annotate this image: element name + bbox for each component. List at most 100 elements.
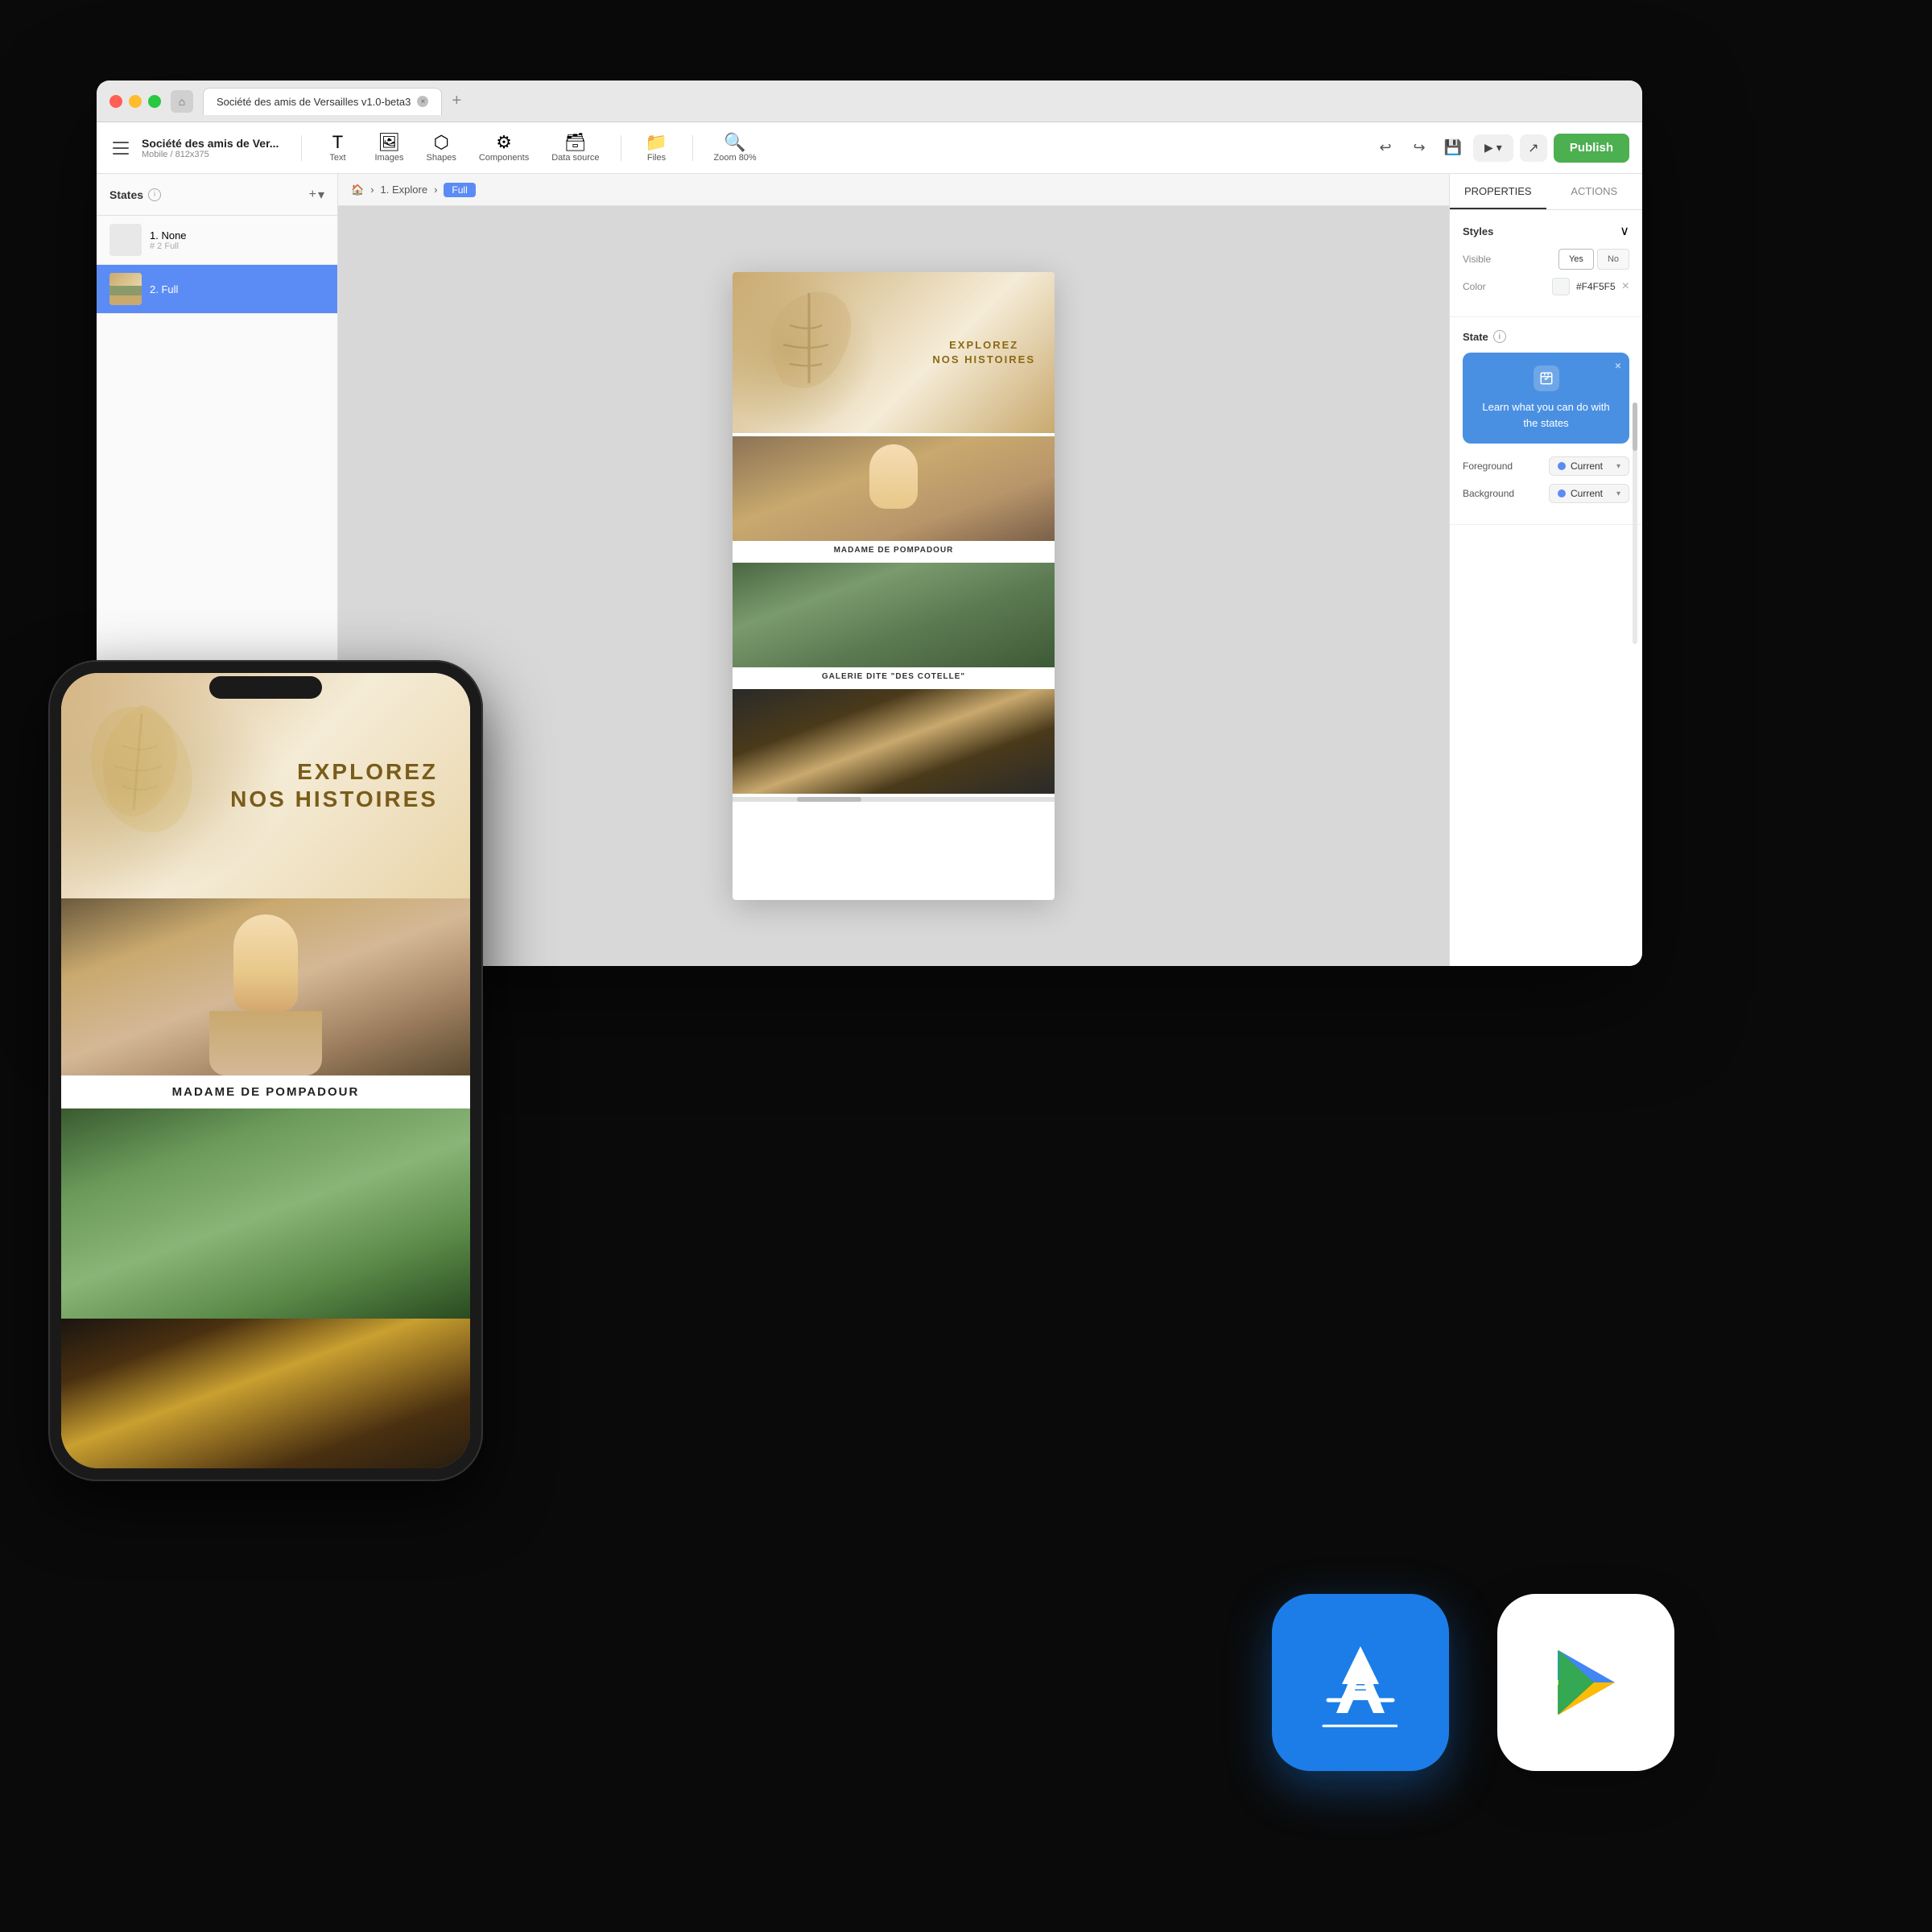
redo-button[interactable]: ↪ — [1406, 134, 1433, 162]
datasource-tool[interactable]: 🗃 Data source — [543, 130, 607, 166]
styles-section-header[interactable]: Styles ∨ — [1463, 223, 1629, 239]
state-info-link-icon[interactable] — [1534, 365, 1559, 391]
app-store-icon[interactable] — [1272, 1594, 1449, 1771]
phone-hero-title-line1: EXPLOREZ — [230, 758, 438, 786]
preview-hero-text: EXPLOREZ NOS HISTOIRES — [932, 338, 1035, 367]
play-store-icon[interactable] — [1497, 1594, 1674, 1771]
undo-button[interactable]: ↩ — [1372, 134, 1399, 162]
hamburger-line — [113, 147, 129, 149]
visible-label: Visible — [1463, 254, 1491, 265]
phone-hero: EXPLOREZ NOS HISTOIRES — [61, 673, 470, 898]
browser-tab[interactable]: Société des amis de Versailles v1.0-beta… — [203, 88, 442, 115]
phone-hero-leaf — [77, 689, 238, 850]
tab-properties[interactable]: PROPERTIES — [1450, 174, 1546, 209]
save-button[interactable]: 💾 — [1439, 134, 1467, 162]
visible-yes-button[interactable]: Yes — [1558, 249, 1594, 270]
background-label: Background — [1463, 488, 1514, 499]
ornate-room-bg — [61, 1319, 470, 1468]
datasource-icon: 🗃 — [564, 134, 587, 151]
title-bar: ⌂ Société des amis de Versailles v1.0-be… — [97, 80, 1642, 122]
phone-notch — [209, 676, 322, 699]
text-icon: T — [332, 134, 343, 151]
background-dropdown[interactable]: Current ▾ — [1549, 484, 1629, 503]
foreground-label: Foreground — [1463, 460, 1513, 472]
color-label: Color — [1463, 281, 1486, 292]
breadcrumb-explore[interactable]: 1. Explore — [381, 184, 428, 196]
panel-tabs: PROPERTIES ACTIONS — [1450, 174, 1642, 210]
gallery-background — [733, 563, 1055, 667]
shapes-tool[interactable]: ⬡ Shapes — [419, 130, 464, 166]
play-chevron: ▾ — [1496, 141, 1502, 155]
visible-no-button[interactable]: No — [1597, 249, 1629, 270]
canvas-breadcrumb: 🏠 › 1. Explore › Full — [338, 174, 1449, 206]
states-add-button[interactable]: + ▾ — [309, 187, 324, 203]
breadcrumb-current[interactable]: Full — [444, 183, 475, 197]
state-thumbnail-none — [109, 224, 142, 256]
galerie-bg — [61, 1108, 470, 1286]
maximize-button[interactable] — [148, 95, 161, 108]
phone-hero-title-line2: NOS HISTOIRES — [230, 786, 438, 813]
portrait-face — [869, 444, 918, 509]
canvas-viewport[interactable]: EXPLOREZ NOS HISTOIRES MADAME DE POMPADO… — [338, 206, 1449, 966]
home-icon[interactable]: 🏠 — [351, 184, 364, 196]
play-icon: ▶ — [1484, 141, 1493, 155]
color-row: Color #F4F5F5 × — [1463, 278, 1629, 295]
menu-button[interactable] — [109, 135, 135, 161]
tab-title: Société des amis de Versailles v1.0-beta… — [217, 96, 411, 108]
images-icon: 🖼 — [378, 134, 401, 151]
background-value: Current — [1571, 488, 1603, 499]
shapes-icon: ⬡ — [434, 134, 449, 151]
state-info-close-button[interactable]: × — [1615, 359, 1621, 372]
phone-card-galerie: GALERIE DITE "DES COTELLE" — [61, 1108, 470, 1319]
phone-screen: EXPLOREZ NOS HISTOIRES MADAME DE POMPADO… — [61, 673, 470, 1468]
foreground-dropdown[interactable]: Current ▾ — [1549, 456, 1629, 476]
hamburger-line — [113, 153, 129, 155]
text-tool[interactable]: T Text — [315, 130, 360, 166]
app-name: Société des amis de Ver... — [142, 137, 279, 150]
play-button[interactable]: ▶ ▾ — [1473, 134, 1513, 162]
preview-card-galerie: GALERIE DITE "DES COTELLE" — [733, 563, 1055, 686]
add-icon: + — [309, 188, 316, 202]
zoom-tool[interactable]: 🔍 Zoom 80% — [706, 130, 765, 166]
images-tool[interactable]: 🖼 Images — [366, 130, 411, 166]
tab-actions[interactable]: ACTIONS — [1546, 174, 1643, 209]
new-tab-button[interactable]: + — [445, 90, 468, 113]
state-item-none[interactable]: 1. None # 2 Full — [97, 216, 337, 265]
state-meta-none: # 2 Full — [150, 242, 187, 251]
preview-title-line2: NOS HISTOIRES — [932, 353, 1035, 367]
state-info-text: Learn what you can do with the states — [1476, 399, 1616, 431]
app-name-block: Société des amis de Ver... Mobile / 812x… — [142, 137, 279, 159]
card2-label: GALERIE DITE "DES COTELLE" — [733, 667, 1055, 686]
text-label: Text — [329, 153, 345, 163]
states-info-icon[interactable]: i — [148, 188, 161, 201]
home-button[interactable]: ⌂ — [171, 90, 193, 113]
app-preview: EXPLOREZ NOS HISTOIRES MADAME DE POMPADO… — [733, 272, 1055, 900]
minimize-button[interactable] — [129, 95, 142, 108]
state-info-full: 2. Full — [150, 283, 178, 295]
store-icons — [1272, 1594, 1674, 1771]
publish-button[interactable]: Publish — [1554, 134, 1629, 163]
breadcrumb-separator: › — [370, 184, 374, 196]
state-name-none: 1. None — [150, 229, 187, 242]
preview-card-pompadour: MADAME DE POMPADOUR — [733, 436, 1055, 559]
phone-body: EXPLOREZ NOS HISTOIRES MADAME DE POMPADO… — [48, 660, 483, 1481]
state-thumb-bot — [109, 295, 142, 305]
state-item-full[interactable]: 2. Full — [97, 265, 337, 314]
phone-mockup: EXPLOREZ NOS HISTOIRES MADAME DE POMPADO… — [48, 660, 483, 1481]
divider — [692, 135, 693, 161]
toolbar-right: ↩ ↪ 💾 ▶ ▾ ↗ Publish — [1372, 134, 1629, 163]
tab-close-button[interactable]: × — [417, 96, 428, 107]
foreground-dot — [1558, 462, 1566, 470]
hero-leaf-decoration — [745, 280, 873, 409]
preview-hero: EXPLOREZ NOS HISTOIRES — [733, 272, 1055, 433]
components-tool[interactable]: ⚙ Components — [471, 130, 537, 166]
properties-panel: PROPERTIES ACTIONS Styles ∨ Visible Yes … — [1449, 174, 1642, 966]
state-section: State i × Learn what you can do with the… — [1450, 317, 1642, 525]
datasource-label: Data source — [551, 153, 599, 163]
state-info-icon[interactable]: i — [1493, 330, 1506, 343]
files-tool[interactable]: 📁 Files — [634, 130, 679, 166]
color-swatch[interactable] — [1552, 278, 1570, 295]
color-clear-button[interactable]: × — [1622, 280, 1629, 293]
close-button[interactable] — [109, 95, 122, 108]
share-button[interactable]: ↗ — [1520, 134, 1547, 162]
